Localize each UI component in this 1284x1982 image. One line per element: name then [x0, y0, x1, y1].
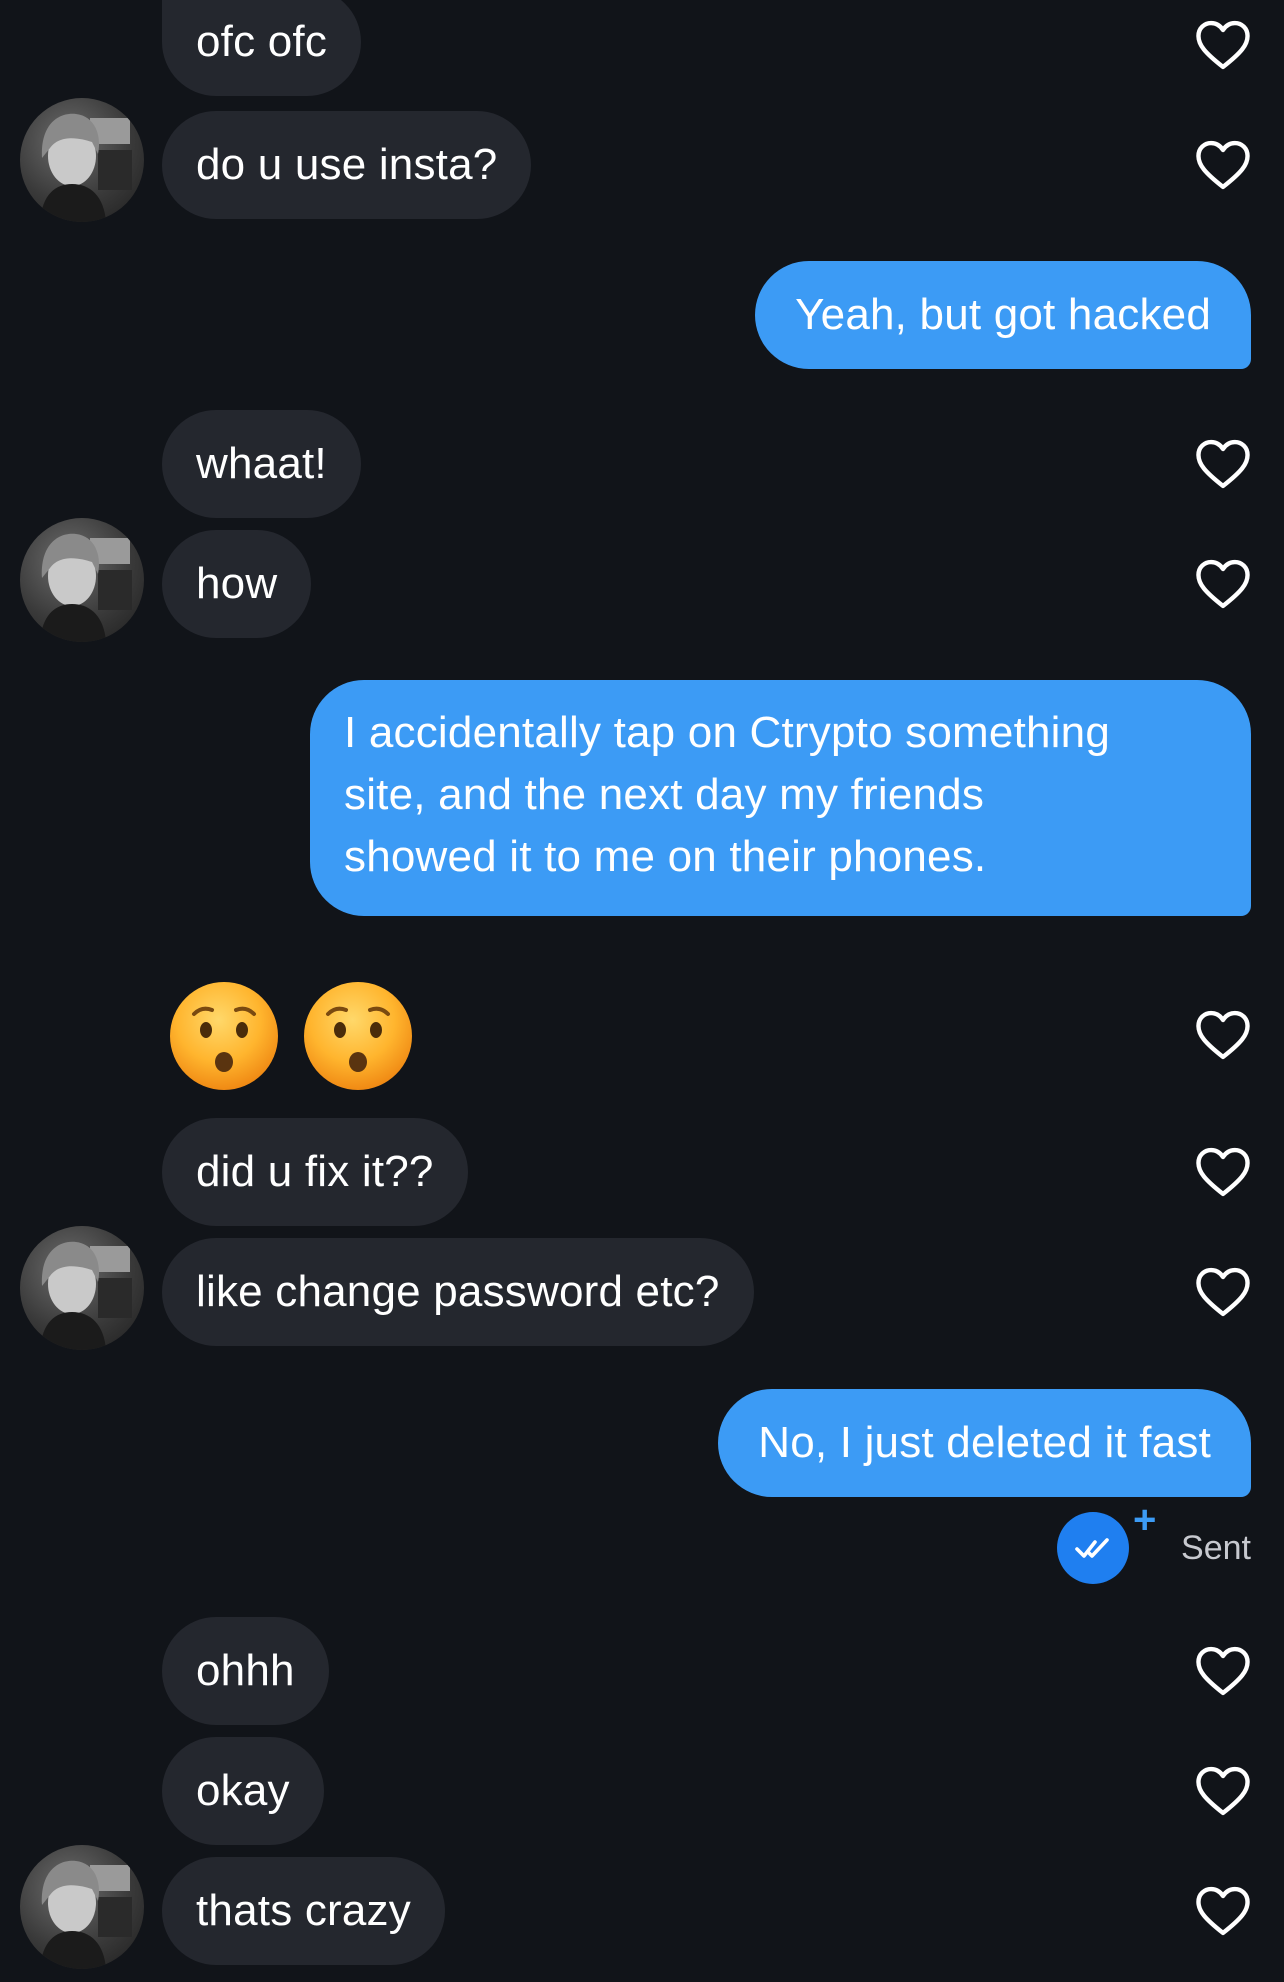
message-text: Yeah, but got hacked [795, 290, 1211, 339]
message-text: do u use insta? [196, 140, 498, 189]
hushed-face-emoji [168, 980, 280, 1092]
message-text: whaat! [196, 439, 327, 488]
outgoing-message[interactable]: Yeah, but got hacked [755, 261, 1251, 369]
contact-avatar[interactable] [20, 1845, 144, 1969]
message-line: site, and the next day my friends [344, 770, 985, 819]
like-heart-icon[interactable] [1192, 1141, 1254, 1203]
incoming-message[interactable]: ohhh [162, 1617, 329, 1725]
like-heart-icon[interactable] [1192, 433, 1254, 495]
incoming-message[interactable]: whaat! [162, 410, 361, 518]
like-heart-icon[interactable] [1192, 553, 1254, 615]
like-heart-icon[interactable] [1192, 1004, 1254, 1066]
incoming-message[interactable]: thats crazy [162, 1857, 445, 1965]
like-heart-icon[interactable] [1192, 1760, 1254, 1822]
like-heart-icon[interactable] [1192, 1640, 1254, 1702]
message-text: did u fix it?? [196, 1147, 434, 1196]
contact-avatar[interactable] [20, 98, 144, 222]
message-status: + Sent [1057, 1500, 1251, 1588]
incoming-message[interactable]: okay [162, 1737, 324, 1845]
incoming-message[interactable]: did u fix it?? [162, 1118, 468, 1226]
sent-status-label: Sent [1181, 1528, 1251, 1567]
message-text: ofc ofc [196, 17, 328, 66]
plus-icon: + [1133, 1498, 1157, 1542]
message-text: how [196, 559, 278, 608]
incoming-message[interactable]: ofc ofc [162, 0, 362, 96]
incoming-message[interactable]: how [162, 530, 312, 638]
message-text: okay [196, 1766, 290, 1815]
outgoing-message[interactable]: No, I just deleted it fast [718, 1389, 1251, 1497]
like-heart-icon[interactable] [1192, 1261, 1254, 1323]
contact-avatar[interactable] [20, 518, 144, 642]
double-check-icon[interactable]: + [1057, 1500, 1156, 1584]
message-text: thats crazy [196, 1886, 411, 1935]
like-heart-icon[interactable] [1192, 1880, 1254, 1942]
like-heart-icon[interactable] [1192, 134, 1254, 196]
message-text: No, I just deleted it fast [758, 1418, 1211, 1467]
incoming-message[interactable]: do u use insta? [162, 111, 532, 219]
chat-thread: ofc ofc do u use insta? Yeah, but got ha… [0, 0, 1284, 1982]
like-heart-icon[interactable] [1192, 14, 1254, 76]
contact-avatar[interactable] [20, 1226, 144, 1350]
message-line: showed it to me on their phones. [344, 832, 987, 881]
outgoing-message[interactable]: I accidentally tap on Ctrypto something … [310, 680, 1251, 916]
message-line: I accidentally tap on Ctrypto something [344, 708, 1110, 757]
emoji-message[interactable] [168, 980, 414, 1092]
hushed-face-emoji [302, 980, 414, 1092]
incoming-message[interactable]: like change password etc? [162, 1238, 754, 1346]
message-text: ohhh [196, 1646, 295, 1695]
message-text: like change password etc? [196, 1267, 720, 1316]
